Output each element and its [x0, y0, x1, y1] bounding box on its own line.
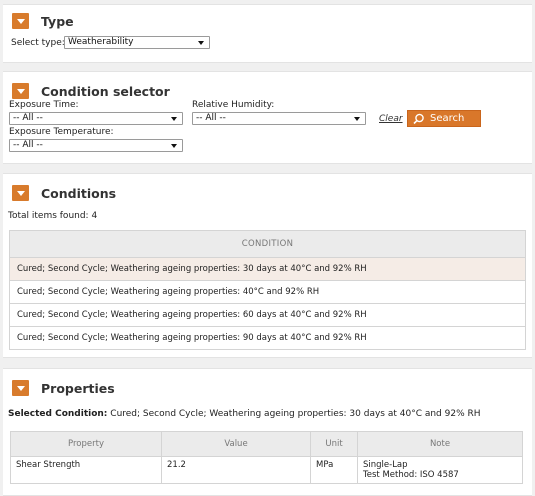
unit-column-header[interactable]: Unit: [310, 431, 358, 457]
exposure-time-value: -- All --: [13, 113, 43, 123]
conditions-table: CONDITION Cured; Second Cycle; Weatherin…: [9, 230, 526, 350]
select-type-label: Select type:: [11, 38, 65, 48]
note-column-header[interactable]: Note: [357, 431, 523, 457]
exposure-time-label: Exposure Time:: [9, 100, 79, 110]
type-select[interactable]: Weatherability: [64, 36, 210, 49]
conditions-toggle[interactable]: [12, 185, 29, 201]
caret-down-icon: [171, 117, 177, 121]
exposure-temperature-value: -- All --: [13, 140, 43, 150]
caret-down-icon: [354, 117, 360, 121]
condition-cell[interactable]: Cured; Second Cycle; Weathering ageing p…: [9, 303, 526, 327]
exposure-temperature-label: Exposure Temperature:: [9, 127, 114, 137]
conditions-panel: Conditions Total items found: 4 CONDITIO…: [3, 173, 532, 358]
chevron-down-icon: [16, 88, 25, 94]
conditions-header: Conditions: [12, 185, 116, 201]
type-panel-toggle[interactable]: [12, 13, 29, 29]
total-items-label: Total items found: 4: [8, 211, 98, 221]
property-cell: Shear Strength: [10, 456, 162, 484]
selected-condition-label: Selected Condition:: [8, 409, 108, 419]
properties-title: Properties: [41, 380, 115, 396]
table-row[interactable]: Cured; Second Cycle; Weathering ageing p…: [9, 326, 526, 350]
selected-condition: Selected Condition: Cured; Second Cycle;…: [8, 409, 481, 419]
property-column-header[interactable]: Property: [10, 431, 162, 457]
search-button-label: Search: [430, 113, 465, 124]
exposure-temperature-select[interactable]: -- All --: [9, 139, 183, 152]
note-line: Test Method: ISO 4587: [363, 470, 459, 480]
conditions-title: Conditions: [41, 185, 117, 201]
type-panel: Type Select type: Weatherability: [3, 4, 532, 63]
condition-cell[interactable]: Cured; Second Cycle; Weathering ageing p…: [9, 280, 526, 304]
properties-panel: Properties Selected Condition: Cured; Se…: [3, 368, 532, 496]
exposure-time-select[interactable]: -- All --: [9, 112, 183, 125]
caret-down-icon: [198, 41, 204, 45]
search-icon: [413, 113, 424, 124]
relative-humidity-value: -- All --: [196, 113, 226, 123]
relative-humidity-select[interactable]: -- All --: [192, 112, 366, 125]
chevron-down-icon: [16, 385, 25, 391]
condition-selector-panel: Condition selector Exposure Time: -- All…: [3, 71, 532, 164]
type-panel-title: Type: [41, 13, 74, 29]
table-row: Shear Strength 21.2 MPa Single-Lap Test …: [10, 456, 523, 484]
table-row[interactable]: Cured; Second Cycle; Weathering ageing p…: [9, 303, 526, 327]
type-select-value: Weatherability: [68, 37, 134, 47]
caret-down-icon: [171, 144, 177, 148]
value-cell: 21.2: [161, 456, 311, 484]
value-column-header[interactable]: Value: [161, 431, 311, 457]
search-button[interactable]: Search: [407, 110, 481, 127]
unit-cell: MPa: [310, 456, 358, 484]
condition-selector-header: Condition selector: [12, 83, 170, 99]
clear-link[interactable]: Clear: [379, 114, 403, 124]
condition-cell[interactable]: Cured; Second Cycle; Weathering ageing p…: [9, 257, 526, 281]
condition-column-header[interactable]: CONDITION: [9, 230, 526, 258]
note-cell: Single-Lap Test Method: ISO 4587: [357, 456, 523, 484]
table-row[interactable]: Cured; Second Cycle; Weathering ageing p…: [9, 280, 526, 304]
condition-cell[interactable]: Cured; Second Cycle; Weathering ageing p…: [9, 326, 526, 350]
chevron-down-icon: [16, 18, 25, 24]
properties-toggle[interactable]: [12, 380, 29, 396]
table-row[interactable]: Cured; Second Cycle; Weathering ageing p…: [9, 257, 526, 281]
chevron-down-icon: [16, 190, 25, 196]
properties-table: Property Value Unit Note Shear Strength …: [10, 431, 523, 484]
type-panel-header: Type: [12, 13, 74, 29]
condition-selector-title: Condition selector: [41, 83, 170, 99]
relative-humidity-label: Relative Humidity:: [192, 100, 275, 110]
selected-condition-value: Cured; Second Cycle; Weathering ageing p…: [110, 409, 481, 419]
note-line: Single-Lap: [363, 460, 408, 470]
condition-selector-toggle[interactable]: [12, 83, 29, 99]
properties-header: Properties: [12, 380, 115, 396]
